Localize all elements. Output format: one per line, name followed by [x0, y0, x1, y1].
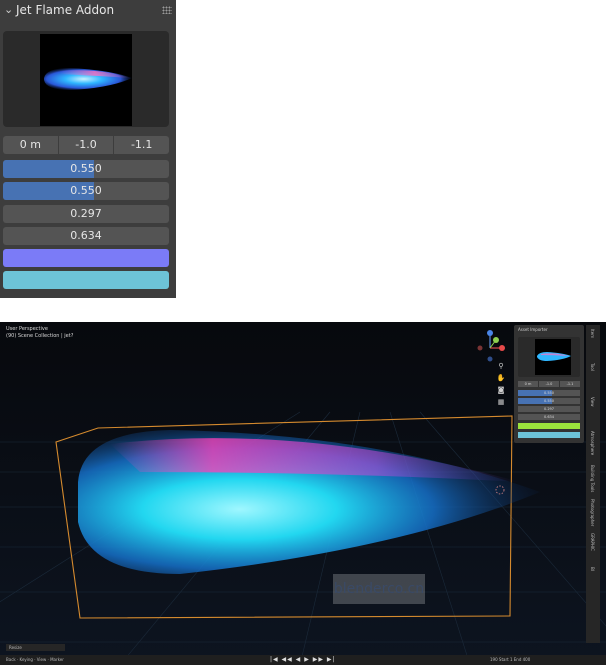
- tab-graphic[interactable]: GRAPHIC: [590, 533, 595, 563]
- view-mode-label: User Perspective: [6, 326, 48, 332]
- tab-tool[interactable]: Tool: [590, 363, 595, 393]
- slider-value: 0.297: [70, 207, 102, 220]
- frame-range[interactable]: 190 Start 1 End 400: [490, 657, 530, 662]
- 3d-viewport[interactable]: User Perspective (90) Scene Collection |…: [0, 322, 606, 665]
- camera-icon[interactable]: ◙: [495, 386, 507, 398]
- tab-bi[interactable]: BI: [590, 567, 595, 597]
- panel-title: Jet Flame Addon: [16, 3, 115, 17]
- location-y-field[interactable]: -1.0: [58, 136, 114, 154]
- flame-slider-4[interactable]: 0.634: [3, 227, 169, 245]
- slider-value: 0.297: [543, 407, 555, 411]
- side-location-z[interactable]: -1.1: [560, 381, 580, 387]
- slider-value: 0.550: [70, 184, 102, 197]
- slider-value: 0.634: [543, 415, 555, 419]
- flame-slider-3[interactable]: 0.297: [3, 205, 169, 223]
- location-x-field[interactable]: 0 m: [3, 136, 58, 154]
- pan-hand-icon[interactable]: ✋: [495, 374, 507, 386]
- panel-header[interactable]: ⌄ Jet Flame Addon: [0, 0, 176, 20]
- playback-controls[interactable]: |◀ ◀◀ ◀ ▶ ▶▶ ▶|: [270, 656, 336, 663]
- chevron-down-icon[interactable]: ⌄: [4, 3, 13, 16]
- preview-frame: [3, 31, 169, 127]
- location-z-field[interactable]: -1.1: [114, 136, 170, 154]
- side-panel-preview-image[interactable]: [535, 339, 571, 375]
- tab-view[interactable]: View: [590, 397, 595, 427]
- navigation-gizmo[interactable]: [474, 326, 510, 362]
- slider-value: 0.550: [543, 399, 555, 403]
- slider-value: 0.634: [70, 229, 102, 242]
- tab-photographer[interactable]: Photographer: [590, 499, 595, 529]
- side-location-fields: 0 m -1.0 -1.1: [518, 381, 580, 387]
- flame-slider-2[interactable]: 0.550: [3, 182, 169, 200]
- viewport-nav-icons: ⚲ ✋ ◙ ▦: [495, 362, 507, 410]
- asset-importer-panel: Asset Importer 0 m -1.0 -1.1 0.550 0.550…: [514, 325, 584, 443]
- tab-building-tools[interactable]: Building Tools: [590, 465, 595, 495]
- grid-icon[interactable]: ▦: [495, 398, 507, 410]
- side-slider-3[interactable]: 0.297: [518, 406, 580, 412]
- secondary-color-swatch[interactable]: [3, 271, 169, 289]
- zoom-icon[interactable]: ⚲: [495, 362, 507, 374]
- tab-item[interactable]: Item: [590, 329, 595, 359]
- drag-handle-icon[interactable]: [162, 6, 172, 14]
- tab-atmosphere[interactable]: Atmosphere: [590, 431, 595, 461]
- side-panel-preview: [518, 337, 580, 377]
- side-slider-1[interactable]: 0.550: [518, 390, 580, 396]
- watermark: blenderco.cn: [333, 574, 425, 604]
- viewport-info: User Perspective (90) Scene Collection |…: [6, 326, 73, 340]
- side-color-swatch-1[interactable]: [518, 423, 580, 429]
- side-slider-2[interactable]: 0.550: [518, 398, 580, 404]
- flame-preview-image[interactable]: [40, 34, 132, 126]
- operator-status[interactable]: Resize: [6, 644, 65, 651]
- side-location-x[interactable]: 0 m: [518, 381, 538, 387]
- sidebar-tabs: Item Tool View Atmosphere Building Tools…: [586, 325, 600, 643]
- side-panel-title: Asset Importer: [518, 327, 548, 332]
- side-slider-4[interactable]: 0.634: [518, 414, 580, 420]
- timeline-bar: Back · Keying · View · Marker |◀ ◀◀ ◀ ▶ …: [0, 655, 606, 665]
- collection-label: (90) Scene Collection | jet?: [6, 333, 74, 339]
- slider-value: 0.550: [70, 162, 102, 175]
- flame-slider-1[interactable]: 0.550: [3, 160, 169, 178]
- side-color-swatch-2[interactable]: [518, 432, 580, 438]
- primary-color-swatch[interactable]: [3, 249, 169, 267]
- side-location-y[interactable]: -1.0: [539, 381, 559, 387]
- timeline-menu[interactable]: Back · Keying · View · Marker: [6, 657, 64, 662]
- slider-value: 0.550: [543, 391, 555, 395]
- jet-flame-addon-panel: ⌄ Jet Flame Addon 0 m -1.0 -1.1 0.550 0.…: [0, 0, 176, 298]
- location-fields: 0 m -1.0 -1.1: [3, 136, 170, 154]
